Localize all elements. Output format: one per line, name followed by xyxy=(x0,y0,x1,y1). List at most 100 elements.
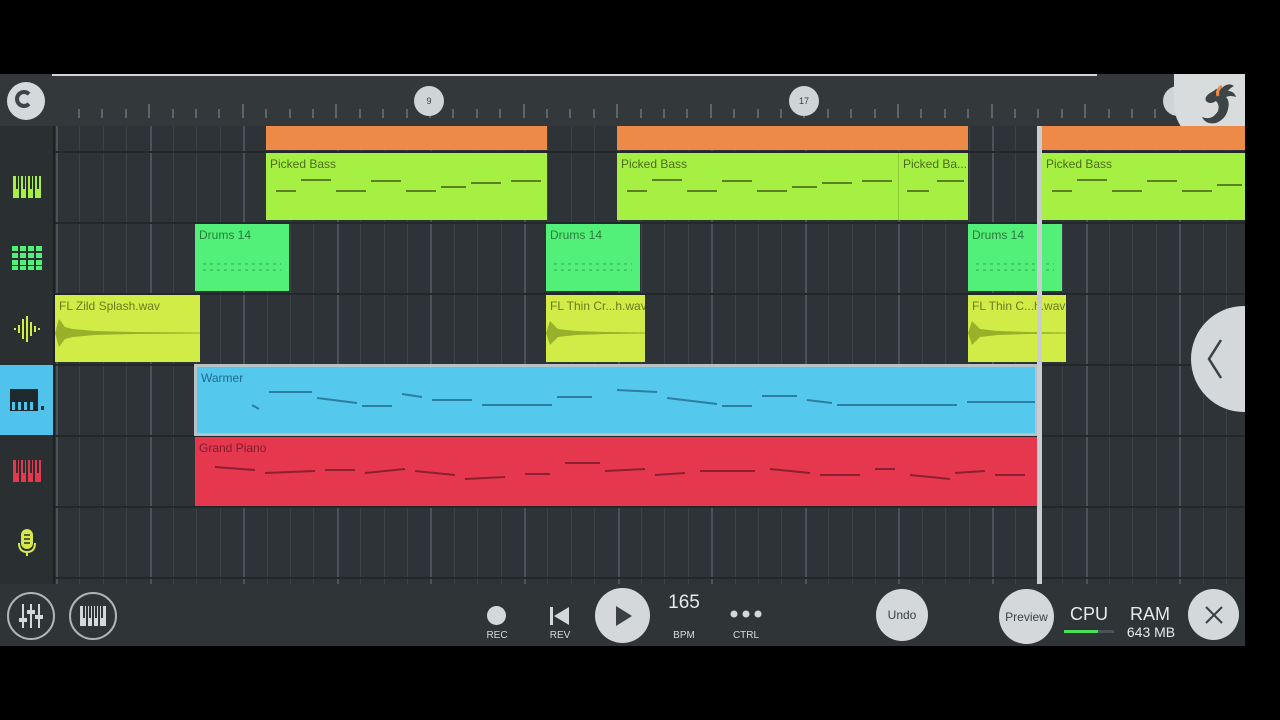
ruler-tick xyxy=(920,109,923,118)
skip-back-icon xyxy=(550,607,569,625)
bpm-label: BPM xyxy=(673,630,695,641)
fl-studio-mobile: 9 17 2 xyxy=(0,74,1245,646)
ruler-tick xyxy=(1084,104,1087,118)
ram-label: RAM xyxy=(1130,604,1170,624)
piano-roll-icon xyxy=(12,176,41,198)
ruler-tick xyxy=(499,109,502,118)
clip-audio-3[interactable]: FL Thin C...h.wav xyxy=(968,295,1066,362)
cpu-label: CPU xyxy=(1069,604,1108,624)
ruler-tick xyxy=(569,109,572,118)
clip-audio-1[interactable]: FL Zild Splash.wav xyxy=(55,295,200,362)
ruler-tick xyxy=(616,104,619,118)
piano-roll-button[interactable] xyxy=(69,592,117,640)
track-grand-piano[interactable] xyxy=(0,436,53,506)
clip-drums-1[interactable]: Drums 14 xyxy=(195,224,289,291)
ruler-tick xyxy=(171,109,174,118)
mixer-button[interactable] xyxy=(7,592,55,640)
note-preview xyxy=(907,180,964,192)
ruler-tick xyxy=(405,109,408,118)
clip-orange-1[interactable] xyxy=(266,126,547,150)
clip-audio-2[interactable]: FL Thin Cr...h.wav xyxy=(546,295,645,362)
ruler-tick xyxy=(1131,109,1133,118)
note-preview xyxy=(214,462,1025,480)
bar-marker-9[interactable]: 9 xyxy=(414,86,444,116)
track-divider xyxy=(55,293,1245,295)
ruler-tick xyxy=(522,104,525,118)
piano-keys-icon xyxy=(9,389,44,411)
piano-icon xyxy=(80,606,106,626)
play-button[interactable] xyxy=(595,588,650,643)
tempo-value[interactable]: 165 xyxy=(654,592,714,614)
ruler-tick xyxy=(1154,109,1157,118)
preview-button[interactable]: Preview xyxy=(999,589,1054,644)
ruler-tick xyxy=(1107,109,1110,118)
browser-expand-button[interactable] xyxy=(1191,306,1245,412)
track-divider xyxy=(55,506,1245,508)
ruler-tick xyxy=(546,109,548,118)
ruler-tick xyxy=(148,104,151,118)
ruler-tick xyxy=(452,109,455,118)
clip-picked-bass-3[interactable]: Picked Ba... xyxy=(898,153,968,220)
ruler-tick xyxy=(195,109,197,118)
clip-picked-bass-1[interactable]: Picked Bass xyxy=(266,153,547,220)
note-preview xyxy=(554,263,632,271)
clip-drums-2[interactable]: Drums 14 xyxy=(546,224,640,291)
track-recording[interactable] xyxy=(0,507,53,577)
more-button[interactable] xyxy=(728,604,764,624)
clip-grand-piano[interactable]: Grand Piano xyxy=(195,437,1038,506)
snap-magnet-button[interactable] xyxy=(7,82,45,120)
ctrl-label: CTRL xyxy=(732,630,760,641)
microphone-icon xyxy=(17,529,36,556)
bar-marker-17[interactable]: 17 xyxy=(789,86,819,116)
rec-label: REC xyxy=(486,630,508,641)
waveform xyxy=(968,321,1066,345)
ruler-tick xyxy=(897,104,899,118)
clip-picked-bass-4[interactable]: Picked Bass xyxy=(1042,153,1245,220)
undo-button[interactable]: Undo xyxy=(876,589,928,641)
ruler-tick xyxy=(592,109,595,118)
record-button[interactable] xyxy=(487,606,506,625)
ruler-tick xyxy=(1060,109,1063,118)
ram-value: 643 MB xyxy=(1126,624,1176,640)
ruler-tick xyxy=(101,109,104,118)
clip-orange-3[interactable] xyxy=(1042,126,1245,150)
ruler-tick xyxy=(826,109,829,118)
close-button[interactable] xyxy=(1188,589,1239,640)
track-warmer[interactable] xyxy=(0,365,53,435)
cpu-meter xyxy=(1064,630,1114,633)
cpu-meter-fill xyxy=(1064,630,1098,633)
ruler-tick xyxy=(663,109,665,118)
ruler-tick xyxy=(265,109,268,118)
clip-picked-bass-2[interactable]: Picked Bass xyxy=(617,153,898,220)
note-preview xyxy=(276,179,541,192)
ruler-tick xyxy=(335,104,338,118)
track-audio[interactable] xyxy=(0,294,53,364)
ruler-tick xyxy=(312,109,314,118)
clip-orange-2[interactable] xyxy=(617,126,968,150)
ruler-tick xyxy=(733,109,736,118)
close-icon xyxy=(1204,605,1223,624)
playlist-grid[interactable]: Picked Bass Picked Bass Picked Ba... Pic… xyxy=(55,126,1245,584)
ruler-tick xyxy=(873,109,876,118)
ruler-tick xyxy=(990,104,993,118)
timeline-ruler[interactable]: 9 17 2 xyxy=(0,74,1245,144)
track-drums[interactable] xyxy=(0,223,53,293)
grid-line xyxy=(219,126,221,584)
clip-drums-3[interactable]: Drums 14 xyxy=(968,224,1062,291)
ruler-tick xyxy=(756,109,759,118)
more-dots-icon xyxy=(730,610,762,618)
track-list xyxy=(0,126,55,584)
track-header-orange[interactable] xyxy=(0,126,53,150)
ruler-tick xyxy=(639,109,642,118)
rev-label: REV xyxy=(549,630,571,641)
magnet-icon xyxy=(15,90,33,108)
clip-warmer[interactable]: Warmer xyxy=(194,364,1038,436)
ruler-tick xyxy=(382,109,385,118)
song-position-bar[interactable] xyxy=(52,74,1097,76)
track-picked-bass[interactable] xyxy=(0,152,53,222)
playhead[interactable] xyxy=(1037,126,1042,584)
ruler-tick xyxy=(124,109,127,118)
rewind-button[interactable] xyxy=(548,606,572,626)
ruler-tick xyxy=(967,109,970,118)
ruler-tick xyxy=(78,109,80,118)
